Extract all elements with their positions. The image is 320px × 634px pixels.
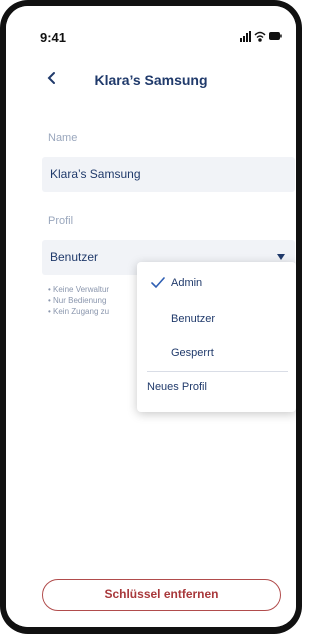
profile-select-value: Benutzer xyxy=(50,250,99,264)
menu-item-gesperrt[interactable]: Gesperrt xyxy=(137,339,296,369)
caret-down-icon xyxy=(277,254,285,260)
name-field[interactable]: Klara’s Samsung xyxy=(42,157,295,192)
check-icon xyxy=(151,277,165,289)
phone-frame: 9:41 Klara’s Samsung Name Klara’s Samsun… xyxy=(0,0,302,634)
menu-item-label: Gesperrt xyxy=(171,347,214,359)
signal-icon xyxy=(240,31,251,42)
menu-item-label: Admin xyxy=(171,277,203,289)
remove-key-button[interactable]: Schlüssel entfernen xyxy=(42,579,281,611)
page-title: Klara’s Samsung xyxy=(94,72,208,88)
status-bar: 9:41 xyxy=(6,6,296,46)
new-profile-item[interactable]: Neues Profil xyxy=(147,381,207,393)
name-label: Name xyxy=(48,132,78,144)
menu-item-admin[interactable]: Admin xyxy=(137,269,296,299)
battery-icon xyxy=(269,32,282,40)
screen: 9:41 Klara’s Samsung Name Klara’s Samsun… xyxy=(6,6,296,627)
status-icons xyxy=(240,31,282,42)
profile-label: Profil xyxy=(48,215,74,227)
status-time: 9:41 xyxy=(40,30,67,45)
menu-item-benutzer[interactable]: Benutzer xyxy=(137,305,296,335)
menu-divider xyxy=(147,371,288,372)
permission-list: • Keine Verwaltur • Nur Bedienung • Kein… xyxy=(48,284,138,317)
permission-item: • Nur Bedienung xyxy=(48,296,107,305)
permission-item: • Kein Zugang zu xyxy=(48,307,110,316)
permission-item: • Keine Verwaltur xyxy=(48,285,110,294)
menu-item-label: Benutzer xyxy=(171,313,216,325)
profile-dropdown-menu: Admin Benutzer Gesperrt Neues Profil xyxy=(137,262,296,412)
nav-bar: Klara’s Samsung xyxy=(6,64,296,94)
wifi-icon xyxy=(254,31,266,42)
